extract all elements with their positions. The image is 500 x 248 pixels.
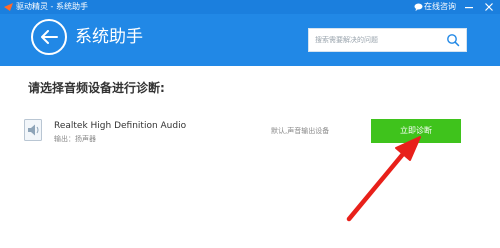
diagnose-now-button[interactable]: 立即诊断 bbox=[371, 119, 461, 143]
title-bar: 驱动精灵 - 系统助手 在线咨询 bbox=[0, 0, 500, 14]
back-button[interactable] bbox=[31, 19, 67, 55]
page-title: 系统助手 bbox=[75, 27, 143, 47]
arrow-left-icon bbox=[41, 30, 58, 44]
header: 系统助手 搜索需要解决的问题 bbox=[0, 14, 500, 66]
chat-icon[interactable] bbox=[414, 3, 423, 11]
app-logo-icon bbox=[4, 3, 13, 11]
default-device-label: 默认,声音输出设备 bbox=[271, 127, 330, 135]
search-placeholder: 搜索需要解决的问题 bbox=[315, 36, 378, 44]
device-select-prompt: 请选择音频设备进行诊断: bbox=[28, 81, 165, 95]
close-icon[interactable] bbox=[484, 1, 494, 12]
device-output: 输出：扬声器 bbox=[54, 135, 96, 143]
device-name: Realtek High Definition Audio bbox=[54, 121, 187, 131]
online-consult-link[interactable]: 在线咨询 bbox=[424, 1, 456, 13]
search-input[interactable]: 搜索需要解决的问题 bbox=[308, 28, 467, 52]
speaker-icon bbox=[24, 119, 42, 141]
search-icon[interactable] bbox=[446, 33, 460, 47]
window-title: 驱动精灵 - 系统助手 bbox=[16, 2, 88, 11]
minimize-icon[interactable] bbox=[464, 1, 474, 12]
